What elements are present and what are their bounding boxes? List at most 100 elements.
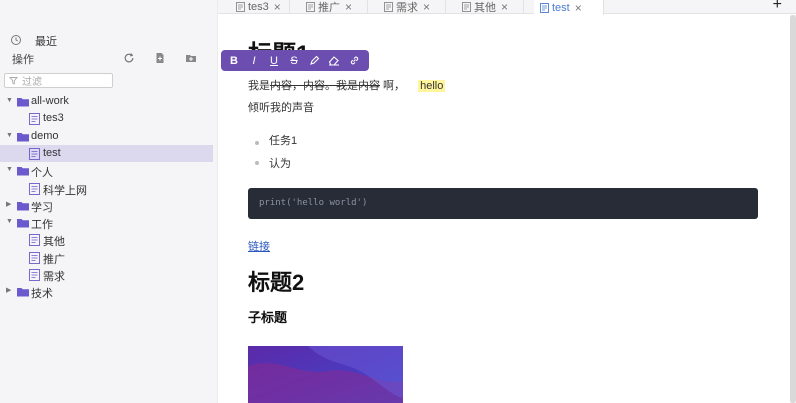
tab-label: 其他 bbox=[474, 2, 496, 14]
tree-folder-技术[interactable]: ▶ 技术 bbox=[0, 283, 218, 300]
bold-label: B bbox=[230, 54, 238, 67]
close-icon[interactable]: × bbox=[501, 0, 508, 14]
bold-button[interactable]: B bbox=[224, 51, 244, 71]
close-icon[interactable]: × bbox=[423, 0, 430, 14]
embedded-image bbox=[248, 346, 403, 403]
tab-tes3[interactable]: tes3 × bbox=[230, 0, 290, 14]
new-folder-icon[interactable] bbox=[185, 52, 197, 64]
document-icon bbox=[384, 2, 393, 12]
refresh-icon[interactable] bbox=[123, 52, 135, 64]
tree-label: 学习 bbox=[31, 201, 53, 214]
link-icon bbox=[350, 56, 358, 65]
tree-folder-个人[interactable]: ▼ 个人 bbox=[0, 162, 218, 179]
chevron-right-icon[interactable]: ▶ bbox=[6, 287, 14, 295]
tree-folder-学习[interactable]: ▶ 学习 bbox=[0, 197, 218, 214]
tab-需求[interactable]: 需求 × bbox=[378, 0, 446, 14]
list-item: 认为 bbox=[269, 158, 291, 170]
clock-icon bbox=[11, 35, 21, 45]
tree-label: demo bbox=[31, 129, 59, 142]
code-block[interactable]: print('hello world') bbox=[248, 188, 758, 219]
document-icon bbox=[462, 2, 471, 12]
clear-format-button[interactable] bbox=[324, 51, 344, 71]
close-icon[interactable]: × bbox=[274, 0, 281, 14]
filter-icon bbox=[9, 77, 18, 85]
link[interactable]: 链接 bbox=[248, 238, 270, 254]
tree-label: 个人 bbox=[31, 167, 53, 180]
filter-input[interactable]: 过滤 bbox=[4, 73, 113, 88]
tree-label: 工作 bbox=[31, 219, 53, 232]
tree-file-tes3[interactable]: tes3 bbox=[0, 110, 218, 127]
tree-file-需求[interactable]: 需求 bbox=[0, 266, 218, 283]
tree-file-科学上网[interactable]: 科学上网 bbox=[0, 180, 218, 197]
folder-icon bbox=[17, 167, 29, 176]
tree-folder-all-work[interactable]: ▼ all-work bbox=[0, 93, 218, 110]
bullet-dot bbox=[255, 161, 259, 165]
strikethrough-label: S bbox=[290, 54, 298, 67]
chevron-down-icon[interactable]: ▼ bbox=[6, 132, 14, 140]
para1-suffix: 啊， bbox=[380, 80, 406, 92]
tab-bar: tes3 × 推广 × 需求 × 其他 × test × + bbox=[218, 0, 796, 15]
close-icon[interactable]: × bbox=[575, 1, 582, 15]
tree-folder-demo[interactable]: ▼ demo bbox=[0, 128, 218, 145]
tree-label: tes3 bbox=[43, 112, 64, 125]
paragraph-1: 我是内容，内容。我是内容 啊， hello bbox=[248, 77, 446, 93]
new-tab-button[interactable]: + bbox=[773, 0, 782, 14]
heading-2: 标题2 bbox=[248, 270, 305, 295]
filter-placeholder: 过滤 bbox=[22, 77, 42, 88]
document-icon bbox=[29, 147, 40, 160]
document-icon bbox=[540, 2, 549, 13]
para1-strike: 内容，内容。我是内容 bbox=[270, 80, 380, 92]
link-button[interactable] bbox=[344, 51, 364, 71]
recent-label: 最近 bbox=[35, 36, 57, 48]
document-icon bbox=[29, 251, 40, 264]
operations-label: 操作 bbox=[12, 54, 34, 66]
chevron-down-icon[interactable]: ▼ bbox=[6, 218, 14, 226]
tab-label: 推广 bbox=[318, 2, 340, 14]
folder-icon bbox=[17, 219, 29, 228]
editor[interactable]: 标题1 我是内容，内容。我是内容 啊， hello 倾听我的声音 任务1 认为 … bbox=[218, 15, 790, 403]
folder-icon bbox=[17, 288, 29, 297]
sidebar: 最近 操作 过滤 ▼ all-work tes3 ▼ demo test ▼ 个人科学上网 ▶ 学… bbox=[0, 0, 218, 403]
tab-其他[interactable]: 其他 × bbox=[456, 0, 524, 14]
highlight-button[interactable] bbox=[304, 51, 324, 71]
format-toolbar: B I U S bbox=[221, 50, 369, 71]
scrollbar-thumb[interactable] bbox=[790, 15, 796, 403]
tree-label: all-work bbox=[31, 95, 69, 107]
tab-label: 需求 bbox=[396, 2, 418, 14]
close-icon[interactable]: × bbox=[345, 0, 352, 14]
document-icon bbox=[236, 2, 245, 12]
eraser-icon bbox=[328, 56, 339, 66]
document-icon bbox=[29, 234, 40, 247]
italic-label: I bbox=[252, 54, 256, 67]
tab-推广[interactable]: 推广 × bbox=[300, 0, 368, 14]
pen-icon bbox=[309, 55, 319, 65]
tree-file-推广[interactable]: 推广 bbox=[0, 249, 218, 266]
tab-label: test bbox=[552, 1, 570, 14]
document-icon bbox=[306, 2, 315, 12]
tree-label: 需求 bbox=[43, 271, 65, 283]
chevron-down-icon[interactable]: ▼ bbox=[6, 166, 14, 174]
folder-icon bbox=[17, 132, 29, 142]
tree-label: test bbox=[43, 146, 61, 159]
chevron-down-icon[interactable]: ▼ bbox=[6, 97, 14, 105]
chevron-right-icon[interactable]: ▶ bbox=[6, 201, 14, 209]
underline-label: U bbox=[270, 54, 278, 67]
tree-file-test[interactable]: test bbox=[0, 144, 213, 162]
tree-label: 科学上网 bbox=[43, 184, 87, 197]
underline-button[interactable]: U bbox=[264, 51, 284, 71]
document-icon bbox=[29, 113, 40, 126]
italic-button[interactable]: I bbox=[244, 51, 264, 71]
list-item: 任务1 bbox=[269, 135, 298, 147]
document-icon bbox=[29, 269, 40, 281]
tree-label: 推广 bbox=[43, 253, 65, 266]
new-file-icon[interactable] bbox=[154, 52, 166, 64]
folder-icon bbox=[17, 98, 29, 107]
folder-icon bbox=[17, 201, 29, 211]
document-icon bbox=[29, 182, 40, 195]
tree-folder-工作[interactable]: ▼ 工作 bbox=[0, 214, 218, 231]
paragraph-2: 倾听我的声音 bbox=[248, 102, 314, 114]
tab-label: tes3 bbox=[248, 1, 269, 13]
strikethrough-button[interactable]: S bbox=[284, 51, 304, 71]
tab-test[interactable]: test × bbox=[534, 0, 604, 15]
tree-file-其他[interactable]: 其他 bbox=[0, 231, 218, 248]
